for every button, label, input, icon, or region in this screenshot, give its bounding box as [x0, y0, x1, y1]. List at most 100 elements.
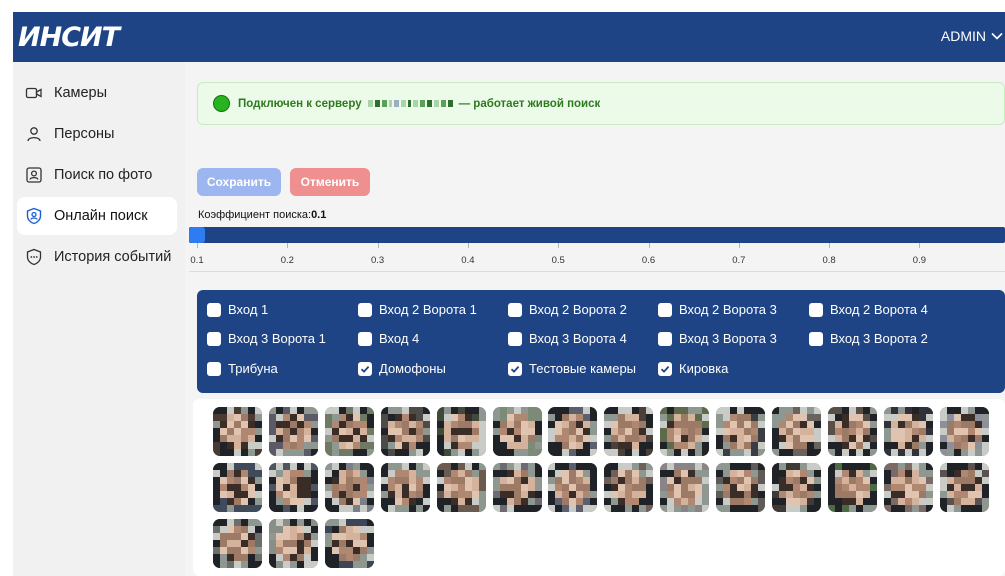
slider-tick-label: 0.3 [370, 255, 385, 266]
slider-thumb[interactable] [189, 227, 205, 243]
camera-checkbox-item[interactable]: Вход 2 Ворота 3 [658, 302, 777, 317]
face-thumbnail[interactable] [380, 463, 430, 512]
cancel-button[interactable]: Отменить [290, 168, 370, 196]
face-thumbnail[interactable] [213, 519, 262, 568]
checkbox-empty-icon[interactable] [508, 331, 522, 346]
camera-checkbox-item[interactable]: Вход 2 Ворота 1 [358, 302, 477, 317]
checkbox-checked-icon[interactable] [358, 361, 372, 376]
face-thumbnail[interactable] [660, 463, 710, 512]
camera-checkbox-label: Трибуна [228, 361, 278, 376]
face-thumbnail[interactable] [772, 463, 821, 512]
face-thumbnail[interactable] [716, 463, 766, 512]
slider-tick [738, 243, 740, 248]
face-thumbnail[interactable] [324, 407, 374, 456]
slider-tick-label: 0.6 [641, 255, 656, 266]
face-thumbnail[interactable] [548, 407, 598, 456]
camera-checkbox-label: Вход 2 Ворота 4 [830, 302, 928, 317]
camera-checkbox-item[interactable]: Вход 2 Ворота 2 [508, 302, 627, 317]
camera-checkbox-item[interactable]: Трибуна [207, 361, 278, 376]
checkbox-empty-icon[interactable] [658, 331, 672, 346]
user-menu[interactable]: ADMIN [941, 28, 1003, 44]
face-thumbnail[interactable] [604, 407, 654, 456]
checkbox-empty-icon[interactable] [207, 361, 221, 376]
status-suffix: — работает живой поиск [458, 97, 601, 110]
face-thumbnail[interactable] [436, 463, 486, 512]
save-button[interactable]: Сохранить [197, 168, 281, 196]
sidebar-item-photo-search[interactable]: Поиск по фото [17, 156, 177, 194]
face-thumbnail[interactable] [213, 407, 262, 456]
sidebar-item-online-search[interactable]: Онлайн поиск [17, 197, 177, 235]
slider-tick-label: 0.1 [190, 255, 204, 266]
checkbox-empty-icon[interactable] [809, 331, 823, 346]
camera-checkbox-item[interactable]: Вход 3 Ворота 4 [508, 331, 627, 346]
face-thumbnail[interactable] [604, 463, 654, 512]
sidebar-item-label: Персоны [54, 126, 115, 142]
face-thumbnail[interactable] [492, 407, 542, 456]
face-thumbnail[interactable] [939, 463, 989, 512]
redacted-server-address [367, 100, 453, 107]
face-thumbnail[interactable] [716, 407, 766, 456]
camera-checkbox-item[interactable]: Домофоны [358, 361, 446, 376]
face-thumbnail[interactable] [772, 407, 821, 456]
face-thumbnail[interactable] [324, 463, 374, 512]
face-thumbnail[interactable] [380, 407, 430, 456]
sidebar-item-label: Онлайн поиск [54, 208, 148, 224]
user-name: ADMIN [940, 28, 986, 44]
face-thumbnail[interactable] [213, 463, 262, 512]
face-thumbnail[interactable] [883, 407, 933, 456]
face-thumbnail[interactable] [268, 519, 318, 568]
slider-tick [197, 243, 198, 248]
app-logo[interactable]: ИНСИТ [18, 22, 120, 53]
face-thumbnail[interactable] [827, 463, 877, 512]
slider-tick [558, 243, 560, 248]
face-thumbnail[interactable] [939, 407, 989, 456]
camera-checkbox-label: Вход 2 Ворота 2 [529, 302, 627, 317]
checkbox-checked-icon[interactable] [658, 361, 672, 376]
face-thumbnail[interactable] [324, 519, 374, 568]
sidebar-item-label: Камеры [54, 85, 108, 101]
camera-checkbox-label: Вход 2 Ворота 1 [379, 302, 477, 317]
camera-checkbox-item[interactable]: Вход 2 Ворота 4 [809, 302, 928, 317]
checkbox-empty-icon[interactable] [658, 302, 672, 317]
face-thumbnail[interactable] [268, 407, 318, 456]
coefficient-caption: Коэффициент поиска: [198, 209, 312, 221]
checkbox-empty-icon[interactable] [358, 302, 372, 317]
status-indicator-icon [213, 95, 230, 112]
sidebar-item-persons[interactable]: Персоны [17, 115, 177, 153]
camera-checkbox-item[interactable]: Вход 4 [358, 331, 419, 346]
camera-checkbox-item[interactable]: Кировка [658, 361, 728, 376]
camera-checkbox-item[interactable]: Вход 1 [207, 302, 268, 317]
server-status-banner: Подключен к серверу — работает живой пои… [197, 82, 1005, 125]
camera-checkbox-label: Вход 1 [228, 302, 269, 317]
photo-search-icon [25, 166, 43, 184]
camera-checkbox-label: Вход 3 Ворота 2 [830, 331, 928, 346]
face-thumbnail[interactable] [883, 463, 933, 512]
shield-user-icon [25, 207, 43, 225]
face-thumbnail[interactable] [660, 407, 710, 456]
sidebar-item-event-history[interactable]: История событий [17, 238, 177, 276]
slider-tick [377, 243, 379, 248]
slider-tick-label: 0.5 [551, 255, 565, 266]
face-thumbnail[interactable] [548, 463, 598, 512]
checkbox-empty-icon[interactable] [207, 302, 221, 317]
search-coefficient-slider[interactable] [189, 227, 1005, 243]
checkbox-empty-icon[interactable] [207, 331, 221, 346]
camera-checkbox-item[interactable]: Тестовые камеры [508, 361, 636, 376]
sidebar-item-cameras[interactable]: Камеры [17, 74, 177, 112]
camera-checkbox-item[interactable]: Вход 3 Ворота 1 [207, 331, 326, 346]
camera-checkbox-item[interactable]: Вход 3 Ворота 3 [658, 331, 777, 346]
checkbox-empty-icon[interactable] [809, 302, 823, 317]
checkbox-checked-icon[interactable] [508, 361, 522, 376]
camera-icon [25, 84, 43, 102]
face-thumbnail[interactable] [436, 407, 486, 456]
face-thumbnail[interactable] [268, 463, 318, 512]
main-content: Подключен к серверу — работает живой пои… [185, 62, 1005, 576]
checkbox-empty-icon[interactable] [508, 302, 522, 317]
face-thumbnail[interactable] [827, 407, 877, 456]
checkbox-empty-icon[interactable] [358, 331, 372, 346]
chevron-down-icon [991, 32, 1003, 40]
face-thumbnail[interactable] [492, 463, 542, 512]
slider-ticks: 0.1 0.2 0.3 0.4 0.5 0.6 0.7 0.8 0.9 [189, 243, 1005, 273]
camera-checkbox-item[interactable]: Вход 3 Ворота 2 [809, 331, 928, 346]
camera-checkbox-label: Тестовые камеры [529, 361, 637, 376]
